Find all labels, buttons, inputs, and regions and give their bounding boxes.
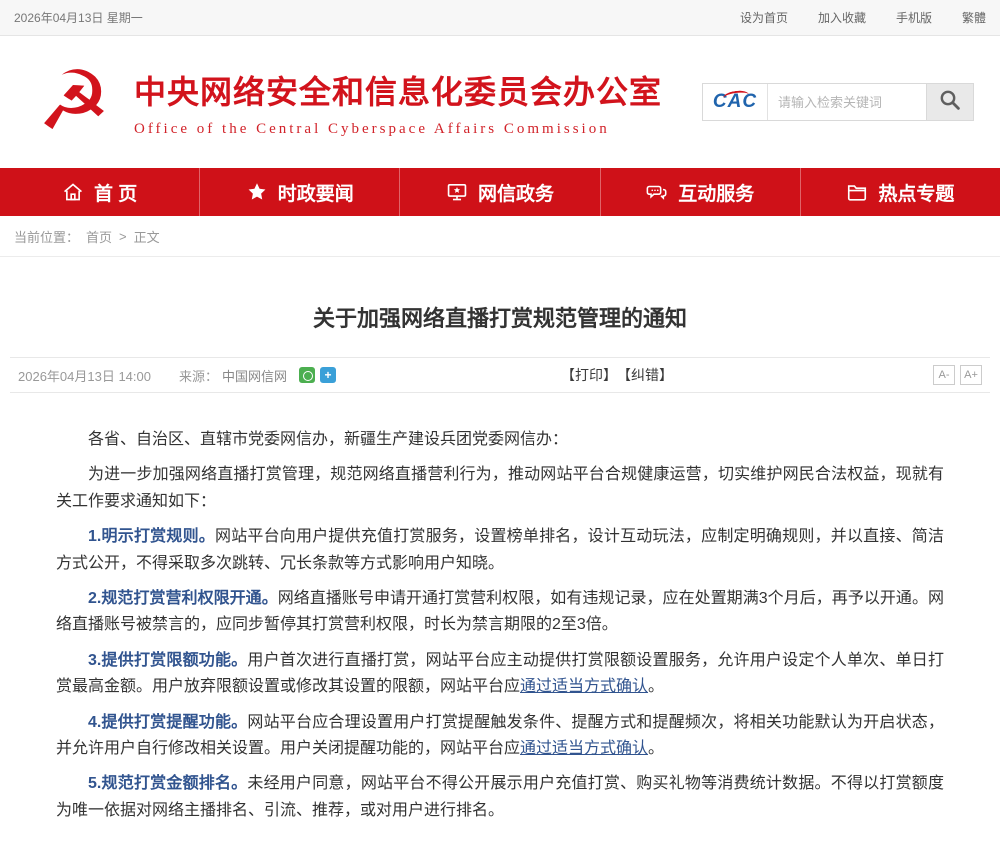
breadcrumb-current: 正文 bbox=[134, 227, 160, 246]
share-wechat-icon[interactable] bbox=[299, 367, 315, 383]
meta-left: 2026年04月13日 14:00 来源： 中国网信网 bbox=[18, 366, 336, 385]
star-icon bbox=[246, 181, 268, 203]
article-paragraph: 为进一步加强网络直播打赏管理，规范网络直播营利行为，推动网站平台合规健康运营，切… bbox=[56, 462, 944, 515]
search-icon bbox=[938, 88, 962, 117]
link-add-favorite[interactable]: 加入收藏 bbox=[818, 9, 866, 26]
link-set-homepage[interactable]: 设为首页 bbox=[740, 9, 788, 26]
breadcrumb-label: 当前位置： bbox=[14, 227, 79, 246]
article-paragraph: 各省、自治区、直辖市党委网信办，新疆生产建设兵团党委网信办： bbox=[56, 427, 944, 453]
site-title: 中央网络安全和信息化委员会办公室 bbox=[134, 67, 662, 113]
article-paragraph: 1.明示打赏规则。网站平台向用户提供充值打赏服务，设置榜单排名，设计互动玩法，应… bbox=[56, 524, 944, 577]
print-button[interactable]: 【打印】 bbox=[561, 365, 617, 385]
link-mobile-version[interactable]: 手机版 bbox=[896, 9, 932, 26]
site-header: ☭ 中央网络安全和信息化委员会办公室 Office of the Central… bbox=[0, 36, 1000, 168]
inline-link[interactable]: 通过适当方式确认 bbox=[520, 678, 648, 695]
paragraph-lead: 2.规范打赏营利权限开通。 bbox=[88, 590, 278, 607]
inline-link[interactable]: 通过适当方式确认 bbox=[520, 740, 648, 757]
paragraph-text: 。 bbox=[648, 740, 664, 757]
search-area: CAC bbox=[702, 83, 974, 121]
nav-label: 热点专题 bbox=[878, 179, 954, 206]
nav-item-cyberspace-affairs[interactable]: 网信政务 bbox=[400, 168, 600, 216]
paragraph-lead: 4.提供打赏提醒功能。 bbox=[88, 714, 247, 731]
search-button[interactable] bbox=[927, 83, 974, 121]
breadcrumb-home[interactable]: 首页 bbox=[86, 227, 112, 246]
nav-label: 互动服务 bbox=[678, 179, 754, 206]
nav-label: 首 页 bbox=[94, 179, 137, 206]
article-paragraph: 5.规范打赏金额排名。未经用户同意，网站平台不得公开展示用户充值打赏、购买礼物等… bbox=[56, 771, 944, 824]
cac-logo: CAC bbox=[703, 84, 767, 120]
share-more-icon[interactable] bbox=[320, 367, 336, 383]
folder-icon bbox=[846, 181, 868, 203]
article-datetime: 2026年04月13日 14:00 bbox=[18, 366, 151, 385]
site-subtitle: Office of the Central Cyberspace Affairs… bbox=[134, 121, 662, 138]
topbar-links: 设为首页 加入收藏 手机版 繁體 bbox=[740, 9, 986, 26]
paragraph-text: 。 bbox=[648, 678, 664, 695]
font-smaller-button[interactable]: A- bbox=[933, 365, 955, 385]
share-icons bbox=[299, 367, 336, 383]
article-meta: 2026年04月13日 14:00 来源： 中国网信网 【打印】 【纠错】 A-… bbox=[10, 357, 990, 393]
nav-item-home[interactable]: 首 页 bbox=[0, 168, 200, 216]
article-paragraph: 4.提供打赏提醒功能。网站平台应合理设置用户打赏提醒触发条件、提醒方式和提醒频次… bbox=[56, 710, 944, 763]
nav-label: 网信政务 bbox=[478, 179, 554, 206]
link-traditional-chinese[interactable]: 繁體 bbox=[962, 9, 986, 26]
monitor-icon bbox=[446, 181, 468, 203]
article-body: 各省、自治区、直辖市党委网信办，新疆生产建设兵团党委网信办： 为进一步加强网络直播… bbox=[10, 427, 990, 863]
font-larger-button[interactable]: A+ bbox=[960, 365, 982, 385]
article-paragraph: 3.提供打赏限额功能。用户首次进行直播打赏，网站平台应主动提供打赏限额设置服务，… bbox=[56, 648, 944, 701]
paragraph-lead: 1.明示打赏规则。 bbox=[88, 528, 215, 545]
paragraph-lead: 3.提供打赏限额功能。 bbox=[88, 652, 247, 669]
site-title-block: 中央网络安全和信息化委员会办公室 Office of the Central C… bbox=[134, 67, 662, 138]
article-paragraph: 2.规范打赏营利权限开通。网络直播账号申请开通打赏营利权限，如有违规记录，应在处… bbox=[56, 586, 944, 639]
topbar-date: 2026年04月13日 星期一 bbox=[14, 9, 143, 26]
meta-actions: 【打印】 【纠错】 bbox=[561, 365, 673, 385]
error-report-button[interactable]: 【纠错】 bbox=[617, 365, 673, 385]
paragraph-text: 各省、自治区、直辖市党委网信办，新疆生产建设兵团党委网信办： bbox=[88, 431, 568, 448]
nav-item-interactive-services[interactable]: 互动服务 bbox=[601, 168, 801, 216]
home-icon bbox=[62, 181, 84, 203]
article-source: 中国网信网 bbox=[222, 366, 287, 385]
source-label: 来源： bbox=[179, 366, 218, 385]
search-box: CAC bbox=[702, 83, 927, 121]
paragraph-text: 为进一步加强网络直播打赏管理，规范网络直播营利行为，推动网站平台合规健康运营，切… bbox=[56, 466, 944, 509]
main-nav: 首 页 时政要闻 网信政务 bbox=[0, 168, 1000, 216]
article-title: 关于加强网络直播打赏规范管理的通知 bbox=[10, 301, 990, 333]
nav-item-hot-topics[interactable]: 热点专题 bbox=[801, 168, 1000, 216]
topbar: 2026年04月13日 星期一 设为首页 加入收藏 手机版 繁體 bbox=[0, 0, 1000, 36]
search-input[interactable] bbox=[768, 84, 926, 120]
font-size-controls: A- A+ bbox=[933, 365, 982, 385]
breadcrumb: 当前位置： 首页 > 正文 bbox=[0, 216, 1000, 257]
nav-label: 时政要闻 bbox=[278, 179, 354, 206]
article: 关于加强网络直播打赏规范管理的通知 2026年04月13日 14:00 来源： … bbox=[0, 301, 1000, 863]
breadcrumb-separator: > bbox=[119, 229, 127, 244]
party-emblem-logo-icon: ☭ bbox=[26, 61, 122, 143]
search-input-wrap bbox=[767, 84, 926, 120]
chat-icon bbox=[646, 181, 668, 203]
nav-item-politics-news[interactable]: 时政要闻 bbox=[200, 168, 400, 216]
paragraph-lead: 5.规范打赏金额排名。 bbox=[88, 775, 247, 792]
